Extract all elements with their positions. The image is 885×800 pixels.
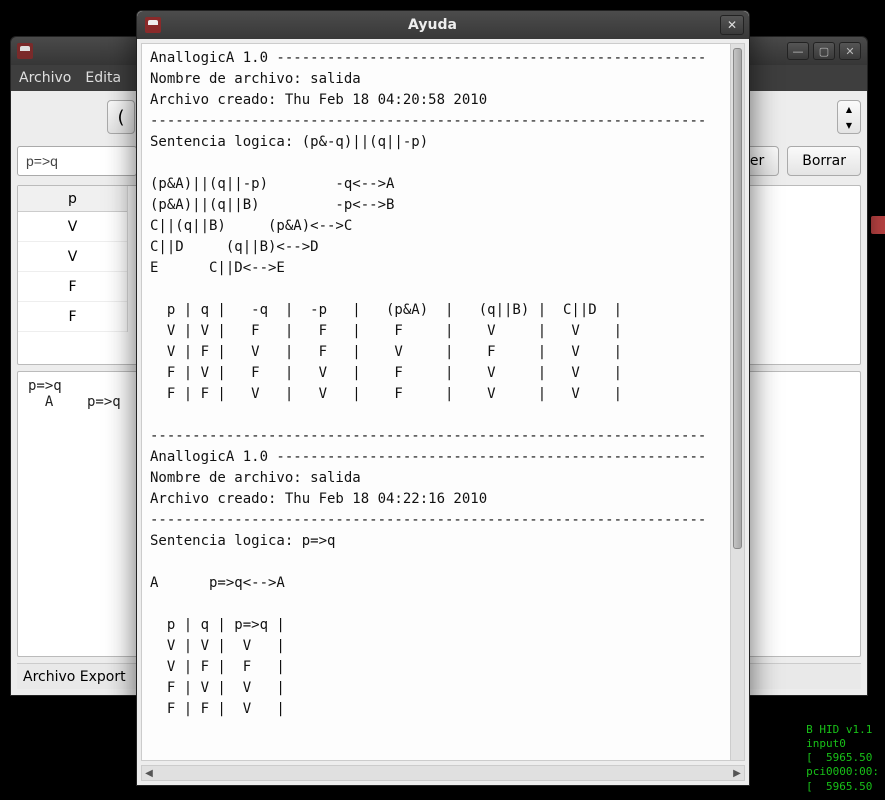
help-title: Ayuda — [145, 17, 720, 33]
minimize-button[interactable]: — — [787, 42, 809, 60]
menu-archivo[interactable]: Archivo — [19, 70, 71, 86]
app-icon — [17, 43, 33, 59]
app-icon — [145, 17, 161, 33]
table-cell: F — [18, 302, 127, 332]
paren-button[interactable]: ( — [107, 100, 135, 134]
scroll-right-icon[interactable]: ▶ — [730, 766, 744, 780]
scroll-thumb[interactable] — [733, 48, 742, 549]
scroll-left-icon[interactable]: ◀ — [142, 766, 156, 780]
horizontal-scrollbar[interactable]: ◀ ▶ — [141, 765, 745, 781]
chevron-down-icon: ▼ — [838, 117, 860, 133]
borrar-button[interactable]: Borrar — [787, 146, 861, 176]
help-titlebar[interactable]: Ayuda ✕ — [137, 11, 749, 39]
table-cell: V — [18, 242, 127, 272]
scroll-track[interactable] — [156, 766, 730, 780]
table-header[interactable]: p — [18, 186, 127, 212]
chevron-up-icon: ▲ — [838, 101, 860, 117]
table-cell: F — [18, 272, 127, 302]
help-dialog: Ayuda ✕ AnallogicA 1.0 -----------------… — [136, 10, 750, 786]
desktop-terminal-text: B HID v1.1 input0 [ 5965.50 pci0000:00: … — [806, 723, 879, 794]
close-button[interactable]: ✕ — [720, 15, 744, 35]
help-content[interactable]: AnallogicA 1.0 -------------------------… — [141, 43, 731, 761]
formula-input[interactable] — [17, 146, 137, 176]
cursor-indicator — [871, 216, 885, 234]
vertical-scrollbar[interactable] — [731, 43, 745, 761]
maximize-button[interactable]: ▢ — [813, 42, 835, 60]
table-cell: V — [18, 212, 127, 242]
menu-editar[interactable]: Edita — [85, 70, 121, 86]
spin-button[interactable]: ▲ ▼ — [837, 100, 861, 134]
export-menu[interactable]: Archivo Export — [23, 669, 126, 685]
close-button[interactable]: ✕ — [839, 42, 861, 60]
